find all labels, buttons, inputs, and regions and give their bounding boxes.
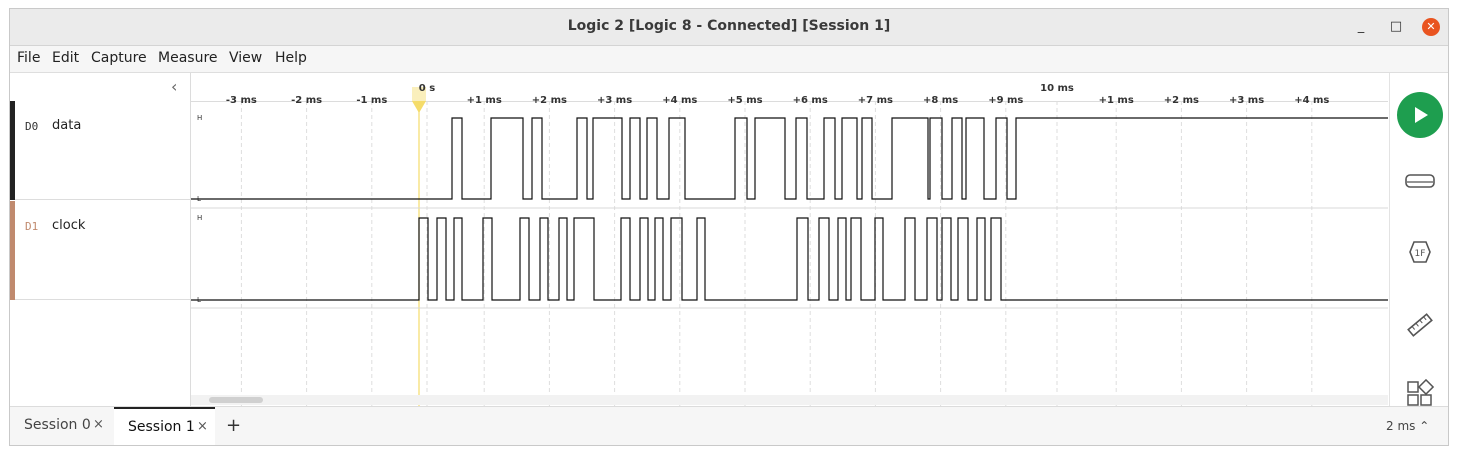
analyzers-button[interactable]: 1F [1404, 236, 1436, 268]
level-high-label: H [197, 214, 202, 222]
scrollbar-thumb[interactable] [209, 397, 263, 403]
time-tick-label: +6 ms [793, 95, 828, 106]
time-tick-label: +2 ms [1164, 95, 1199, 106]
session-tab-bar: Session 0 × Session 1 × + 2 ms ⌃ [10, 406, 1448, 445]
close-window-button[interactable]: ✕ [1422, 18, 1440, 36]
tab-label: Session 0 [24, 417, 91, 433]
time-tick-label: -2 ms [291, 95, 322, 106]
menu-bar: File Edit Capture Measure View Help [10, 46, 1448, 73]
measurements-button[interactable] [1404, 309, 1436, 341]
maximize-button[interactable]: □ [1387, 18, 1405, 36]
time-tick-label: -1 ms [356, 95, 387, 106]
ruler-icon [1407, 313, 1433, 337]
time-tick-label: +8 ms [923, 95, 958, 106]
collapse-panel-icon[interactable]: ‹ [171, 77, 177, 96]
time-tick-label: +3 ms [1229, 95, 1264, 106]
horizontal-scrollbar[interactable] [191, 395, 1388, 405]
time-tick-label: 10 ms [1040, 83, 1074, 94]
menu-help[interactable]: Help [275, 50, 307, 66]
app-window: Logic 2 [Logic 8 - Connected] [Session 1… [9, 8, 1449, 446]
time-tick-label: +4 ms [1294, 95, 1329, 106]
trigger-marker-icon[interactable] [412, 101, 426, 113]
analyzer-1f-icon: 1F [1409, 241, 1431, 263]
channel-panel: ‹ D0 data D1 clock [10, 73, 191, 406]
start-capture-button[interactable] [1397, 92, 1443, 138]
marker-icon [1405, 174, 1435, 188]
menu-file[interactable]: File [17, 50, 40, 66]
channel-name[interactable]: data [52, 118, 81, 133]
title-bar: Logic 2 [Logic 8 - Connected] [Session 1… [10, 9, 1448, 46]
analyzer-icon-label: 1F [1415, 249, 1426, 259]
close-tab-icon[interactable]: × [197, 419, 208, 434]
time-tick-label: +5 ms [727, 95, 762, 106]
channel-row-data[interactable]: D0 data [10, 101, 190, 200]
time-tick-label: +3 ms [597, 95, 632, 106]
menu-measure[interactable]: Measure [158, 50, 218, 66]
tab-label: Session 1 [128, 419, 195, 435]
time-tick-label: +1 ms [1099, 95, 1134, 106]
tab-session-1[interactable]: Session 1 × [114, 407, 215, 445]
menu-capture[interactable]: Capture [91, 50, 147, 66]
add-tab-button[interactable]: + [226, 415, 241, 436]
channel-row-clock[interactable]: D1 clock [10, 201, 190, 300]
data-waveform[interactable] [191, 117, 1388, 200]
channel-color-bar [10, 101, 15, 200]
channel-color-bar [10, 201, 15, 300]
window-title: Logic 2 [Logic 8 - Connected] [Session 1… [567, 18, 891, 34]
time-tick-label: +9 ms [988, 95, 1023, 106]
time-tick-label: +2 ms [532, 95, 567, 106]
play-icon [1415, 107, 1428, 123]
channel-number: D1 [25, 220, 39, 233]
time-tick-label: +7 ms [858, 95, 893, 106]
right-toolbar: 1F [1389, 73, 1448, 406]
time-tick-label: +4 ms [662, 95, 697, 106]
time-tick-label: +1 ms [467, 95, 502, 106]
level-high-label: H [197, 114, 202, 122]
channel-name[interactable]: clock [52, 218, 85, 233]
clock-waveform[interactable] [191, 217, 1388, 301]
tab-session-0[interactable]: Session 0 × [10, 407, 114, 445]
waveform-canvas[interactable]: -3 ms -2 ms -1 ms 0 s +1 ms +2 ms +3 ms +4 ms +5… [191, 73, 1388, 406]
minimize-button[interactable]: _ [1352, 18, 1370, 36]
time-tick-label: 0 s [419, 83, 435, 94]
menu-view[interactable]: View [229, 50, 262, 66]
close-tab-icon[interactable]: × [93, 417, 104, 432]
timing-markers-button[interactable] [1404, 165, 1436, 197]
channel-number: D0 [25, 120, 39, 133]
time-tick-label: -3 ms [226, 95, 257, 106]
menu-edit[interactable]: Edit [52, 50, 79, 66]
waveform-view[interactable]: -3 ms -2 ms -1 ms 0 s +1 ms +2 ms +3 ms +4 ms +5… [191, 73, 1388, 406]
time-scale-selector[interactable]: 2 ms ⌃ [1386, 419, 1429, 433]
